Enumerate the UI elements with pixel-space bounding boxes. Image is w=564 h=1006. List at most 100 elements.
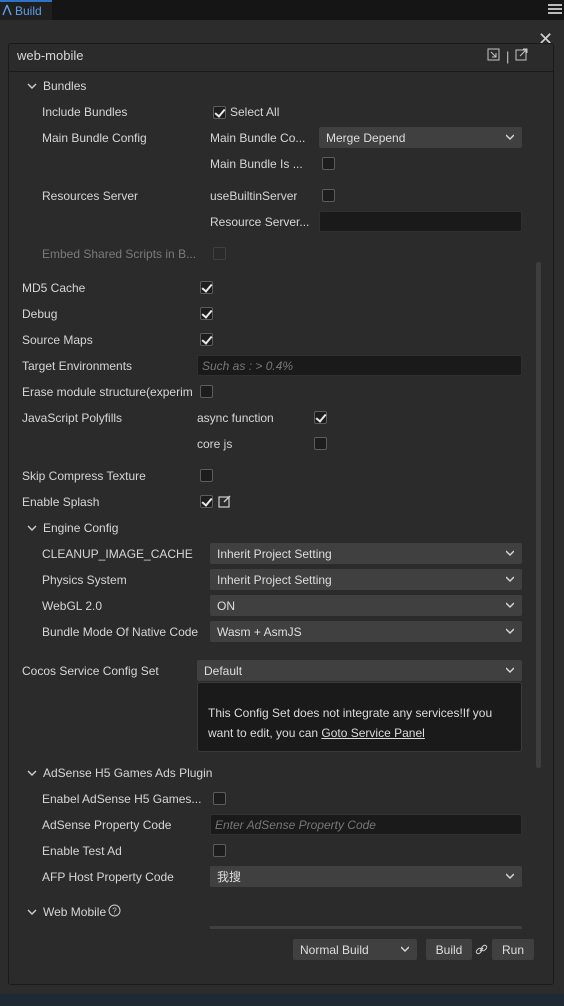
adsense-property-code-label: AdSense Property Code [42,818,172,832]
tab-build[interactable]: Build [0,0,52,20]
resources-server-label: Resources Server [42,189,139,203]
cocos-service-label: Cocos Service Config Set [22,664,159,678]
resource-server-address-input[interactable] [319,211,522,232]
main-bundle-compression-value: Merge Depend [326,130,406,145]
tab-bar: Build [0,0,564,20]
section-adsense-label: AdSense H5 Games Ads Plugin [43,766,213,780]
import-icon[interactable] [487,48,500,64]
source-maps-checkbox[interactable] [200,333,213,346]
tab-build-label: Build [15,4,42,18]
chevron-down-icon [27,83,37,89]
header-divider [9,71,553,72]
cleanup-image-cache-select[interactable]: Inherit Project Setting [210,543,522,564]
source-maps-label: Source Maps [22,333,93,347]
bundle-mode-value: Wasm + AsmJS [217,624,302,639]
header-separator: | [506,48,510,64]
build-icon [2,4,12,19]
adsense-property-code-input[interactable]: Enter AdSense Property Code [210,814,522,835]
chevron-down-icon [27,909,37,915]
physics-system-value: Inherit Project Setting [217,572,332,587]
embed-shared-scripts-label: Embed Shared Scripts in B... [42,247,197,261]
main-bundle-is-remote-checkbox[interactable] [322,157,335,170]
core-js-label: core js [197,437,233,451]
include-bundles-label: Include Bundles [42,105,128,119]
header-icons: | [487,48,528,64]
erase-module-checkbox[interactable] [200,385,213,398]
svg-text:?: ? [112,907,117,916]
erase-module-label: Erase module structure(experim [22,385,192,399]
cleanup-image-cache-value: Inherit Project Setting [217,546,332,561]
physics-system-label: Physics System [42,573,127,587]
help-icon[interactable]: ? [108,904,121,920]
build-type-value: Normal Build [300,942,369,957]
md5-cache-checkbox[interactable] [200,281,213,294]
status-strip [0,994,564,1006]
service-notice: This Config Set does not integrate any s… [197,682,522,752]
chevron-down-icon [401,946,409,952]
webgl2-select[interactable]: ON [210,595,522,616]
afp-host-select[interactable]: 我搜 [210,866,522,887]
target-environments-label: Target Environments [22,359,133,373]
run-button[interactable]: Run [492,939,534,960]
platform-title: web-mobile [17,49,84,63]
md5-cache-label: MD5 Cache [22,281,86,295]
chevron-down-icon [27,770,37,776]
chevron-down-icon [506,873,514,879]
section-web-mobile[interactable]: Web Mobile ? [27,904,121,920]
chevron-down-icon [506,602,514,608]
enable-test-ad-checkbox[interactable] [213,844,226,857]
chevron-down-icon [506,628,514,634]
section-engine-config-label: Engine Config [43,521,119,535]
main-bundle-is-remote-label: Main Bundle Is ... [210,157,303,171]
bundle-mode-select[interactable]: Wasm + AsmJS [210,621,522,642]
section-engine-config[interactable]: Engine Config [27,521,118,535]
goto-service-panel-link[interactable]: Goto Service Panel [321,726,424,740]
bundle-mode-label: Bundle Mode Of Native Code [42,625,199,639]
partial-field [210,926,522,929]
main-bundle-compression-select[interactable]: Merge Depend [319,127,522,148]
use-builtin-server-label: useBuiltinServer [210,189,298,203]
select-all-checkbox[interactable] [213,106,226,119]
async-function-checkbox[interactable] [314,411,327,424]
section-adsense[interactable]: AdSense H5 Games Ads Plugin [27,766,212,780]
section-bundles[interactable]: Bundles [27,79,86,93]
build-button[interactable]: Build [426,939,472,960]
afp-host-value: 我搜 [217,870,242,884]
async-function-label: async function [197,411,274,425]
debug-checkbox[interactable] [200,307,213,320]
enable-adsense-label: Enabel AdSense H5 Games... [42,792,202,806]
skip-compress-texture-checkbox[interactable] [200,469,213,482]
afp-host-label: AFP Host Property Code [42,870,174,884]
enable-adsense-checkbox[interactable] [213,792,226,805]
embed-shared-scripts-checkbox [213,247,226,260]
main-bundle-config-label: Main Bundle Config [42,131,147,145]
target-environments-input[interactable]: Such as : > 0.4% [197,355,522,376]
js-polyfills-label: JavaScript Polyfills [22,411,123,425]
link-icon[interactable] [475,943,488,959]
skip-compress-texture-label: Skip Compress Texture [22,469,146,483]
export-icon[interactable] [515,48,528,64]
debug-label: Debug [22,307,58,321]
chevron-down-icon [506,667,514,673]
webgl2-value: ON [217,598,235,613]
scrollbar[interactable] [536,262,541,768]
select-all-label: Select All [230,105,280,119]
core-js-checkbox[interactable] [314,437,327,450]
edit-icon[interactable] [218,495,231,511]
chevron-down-icon [506,134,514,140]
webgl2-label: WebGL 2.0 [42,599,103,613]
cocos-service-value: Default [204,663,243,678]
cleanup-image-cache-label: CLEANUP_IMAGE_CACHE [42,547,193,561]
use-builtin-server-checkbox[interactable] [322,189,335,202]
enable-splash-checkbox[interactable] [200,495,213,508]
menu-icon[interactable] [548,2,562,16]
section-web-mobile-label: Web Mobile [43,905,107,919]
physics-system-select[interactable]: Inherit Project Setting [210,569,522,590]
cocos-service-select[interactable]: Default [197,660,522,681]
build-type-select[interactable]: Normal Build [293,939,417,960]
chevron-down-icon [506,576,514,582]
section-bundles-label: Bundles [43,79,87,93]
enable-splash-label: Enable Splash [22,495,100,509]
enable-test-ad-label: Enable Test Ad [42,844,122,858]
chevron-down-icon [506,550,514,556]
